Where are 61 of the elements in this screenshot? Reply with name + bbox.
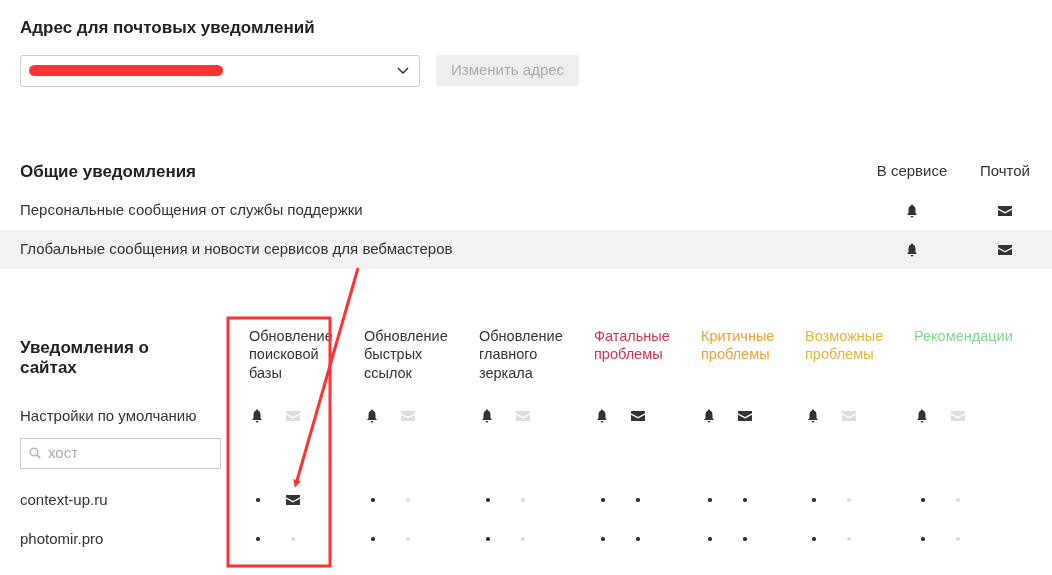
default-dot[interactable] (486, 537, 490, 541)
default-dot[interactable] (371, 498, 375, 502)
site-host: context-up.ru (20, 489, 108, 510)
default-dot[interactable] (256, 498, 260, 502)
column-header: Почтой (979, 162, 1030, 180)
column-header: Критичные проблемы (701, 326, 776, 364)
default-dot[interactable] (601, 537, 605, 541)
default-dot[interactable] (521, 537, 525, 541)
search-icon (29, 447, 41, 459)
default-dot[interactable] (601, 498, 605, 502)
default-dot[interactable] (636, 537, 640, 541)
envelope-icon[interactable] (286, 495, 300, 505)
section-title: Общие уведомления (20, 160, 198, 183)
chevron-down-icon (397, 67, 409, 74)
bell-icon[interactable] (596, 409, 608, 423)
default-dot[interactable] (708, 498, 712, 502)
column-header: Фатальные проблемы (594, 326, 671, 364)
default-dot[interactable] (956, 537, 960, 541)
section-title: Адрес для почтовых уведомлений (19, 17, 316, 39)
envelope-icon[interactable] (738, 411, 752, 421)
default-dot[interactable] (743, 498, 747, 502)
email-dropdown[interactable] (20, 54, 420, 87)
row-label: Настройки по умолчанию (20, 405, 197, 426)
column-header: В сервисе (876, 162, 948, 180)
column-header: Возможные проблемы (805, 326, 885, 364)
default-dot[interactable] (291, 537, 295, 541)
default-dot[interactable] (847, 498, 851, 502)
bell-icon[interactable] (366, 409, 378, 423)
bell-icon[interactable] (906, 242, 918, 257)
bell-icon[interactable] (703, 409, 715, 423)
default-dot[interactable] (371, 537, 375, 541)
notification-label: Глобальные сообщения и новости сервисов для вебмастеров (20, 238, 454, 259)
default-dot[interactable] (406, 498, 410, 502)
default-dot[interactable] (921, 537, 925, 541)
site-host: photomir.pro (20, 528, 104, 549)
bell-icon[interactable] (916, 409, 928, 423)
default-dot[interactable] (812, 537, 816, 541)
notification-label: Персональные сообщения от службы поддержки (20, 199, 364, 220)
column-header: Рекомендации (914, 326, 1013, 345)
default-dot[interactable] (486, 498, 490, 502)
default-dot[interactable] (921, 498, 925, 502)
envelope-icon[interactable] (631, 411, 645, 421)
section-title: Уведомления о сайтах (20, 337, 150, 378)
envelope-icon[interactable] (998, 244, 1012, 255)
default-dot[interactable] (956, 498, 960, 502)
default-dot[interactable] (521, 498, 525, 502)
bell-icon[interactable] (906, 203, 918, 218)
bell-icon[interactable] (481, 409, 493, 423)
default-dot[interactable] (406, 537, 410, 541)
envelope-icon[interactable] (998, 205, 1012, 216)
default-dot[interactable] (743, 537, 747, 541)
default-dot[interactable] (847, 537, 851, 541)
column-header: Обновление быстрых ссылок (364, 326, 449, 382)
column-header: Обновление главного зеркала (479, 326, 564, 382)
default-dot[interactable] (256, 537, 260, 541)
default-dot[interactable] (636, 498, 640, 502)
search-box[interactable]: хост (20, 437, 221, 469)
default-dot[interactable] (708, 537, 712, 541)
bell-icon[interactable] (807, 409, 819, 423)
bell-icon[interactable] (251, 409, 263, 423)
default-dot[interactable] (812, 498, 816, 502)
